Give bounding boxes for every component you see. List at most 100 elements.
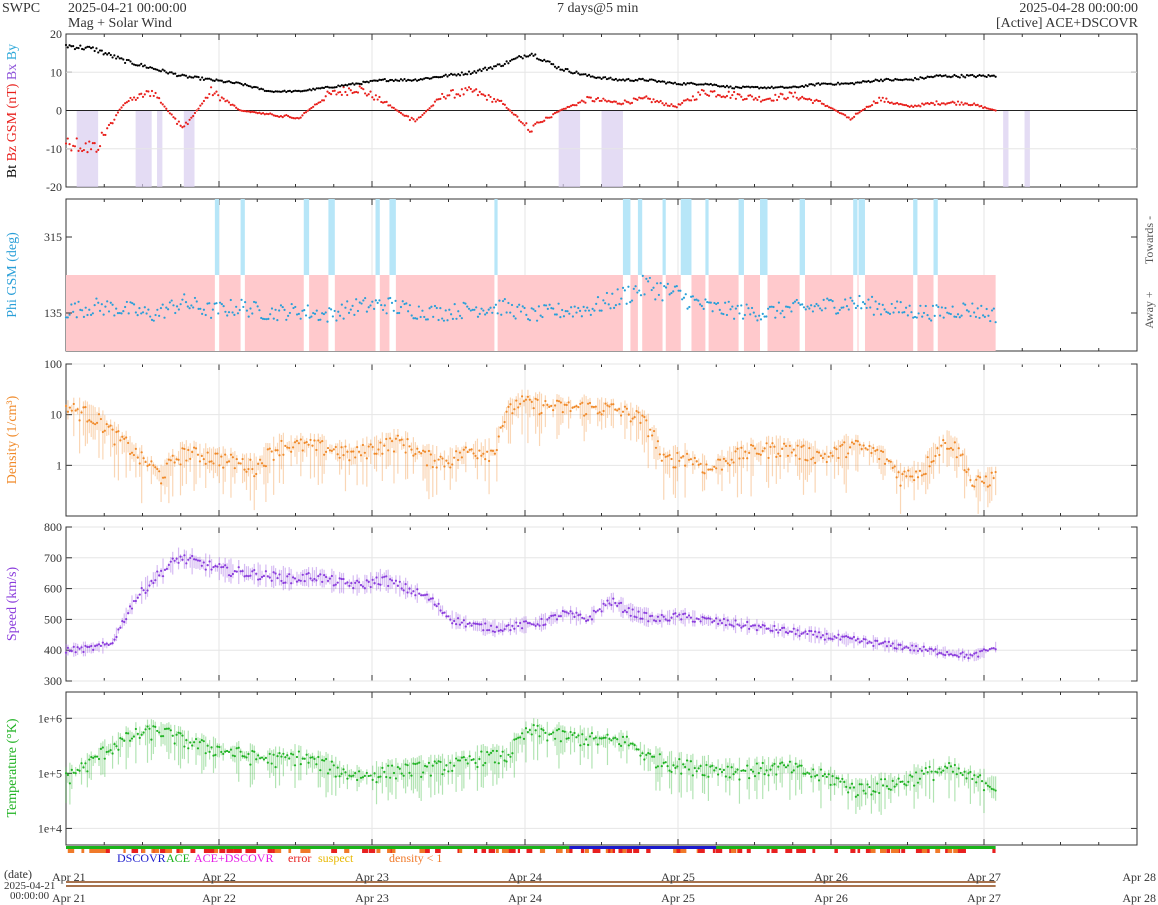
- density-point: [427, 449, 431, 453]
- bt-point: [88, 45, 91, 48]
- phi-point: [535, 319, 539, 322]
- bz-point: [655, 99, 659, 103]
- bz-point: [104, 133, 107, 137]
- density-point: [224, 453, 227, 456]
- phi-point: [931, 304, 935, 308]
- density-point: [274, 449, 277, 452]
- bz-point: [550, 116, 553, 119]
- phi-point: [854, 306, 858, 310]
- phi-point: [367, 306, 370, 309]
- speed-point: [414, 594, 417, 597]
- speed-point: [140, 586, 143, 590]
- phi-point: [546, 307, 549, 310]
- temperature-point: [718, 768, 722, 771]
- density-point: [266, 448, 269, 451]
- temperature-point: [798, 764, 801, 767]
- temperature-point: [260, 756, 264, 759]
- bz-point: [543, 119, 546, 122]
- speed-point: [922, 645, 925, 648]
- phi-point: [779, 312, 782, 315]
- density-point: [441, 457, 444, 460]
- density-point: [893, 465, 896, 468]
- temperature-point: [239, 750, 242, 753]
- temperature-point: [559, 740, 562, 743]
- bz-point: [521, 122, 524, 125]
- speed-point: [569, 610, 572, 613]
- bz-point: [369, 90, 372, 93]
- bt-point: [457, 72, 460, 76]
- speed-point: [418, 592, 421, 595]
- density-point: [111, 428, 114, 431]
- density-point: [338, 456, 341, 459]
- speed-point: [367, 580, 370, 583]
- sector-gap: [303, 275, 310, 351]
- bz-point: [86, 150, 89, 154]
- bz-point: [826, 104, 829, 107]
- density-point: [272, 458, 275, 461]
- bz-point: [627, 101, 630, 104]
- bz-point: [704, 92, 707, 95]
- bz-point: [399, 111, 403, 115]
- temperature-point: [614, 736, 617, 739]
- bt-point: [360, 83, 363, 86]
- phi-point: [346, 300, 349, 303]
- temperature-point: [216, 745, 219, 748]
- density-point: [491, 449, 495, 452]
- density-point: [788, 444, 792, 447]
- temperature-point: [493, 761, 497, 764]
- temperature-point: [466, 762, 469, 765]
- temperature-point: [936, 771, 939, 774]
- temperature-point: [270, 762, 273, 765]
- mag-y-tick-label: -20: [46, 180, 62, 194]
- density-point: [763, 447, 766, 450]
- bz-point: [661, 102, 664, 105]
- temperature-point: [662, 761, 665, 764]
- density-point: [350, 450, 353, 453]
- phi-point: [432, 315, 435, 318]
- density-point: [761, 449, 764, 453]
- temperature-point: [90, 755, 93, 759]
- density-point: [546, 403, 549, 406]
- temperature-point: [563, 730, 566, 733]
- temperature-point: [484, 761, 487, 765]
- density-point: [431, 465, 434, 469]
- temperature-point: [336, 766, 339, 769]
- phi-point: [507, 301, 510, 305]
- speed-point: [598, 608, 601, 611]
- phi-point: [188, 307, 191, 310]
- density-point: [291, 446, 295, 449]
- speed-point: [748, 627, 751, 630]
- phi-point: [756, 319, 759, 322]
- status-flag: [495, 849, 499, 853]
- density-point: [464, 446, 467, 449]
- speed-point: [866, 642, 869, 645]
- phi-point: [808, 307, 811, 310]
- bt-point: [240, 82, 243, 86]
- phi-point: [537, 305, 540, 308]
- phi-point: [670, 291, 673, 295]
- phi-point: [636, 291, 639, 294]
- speed-point: [313, 577, 316, 581]
- temperature-point: [214, 753, 217, 756]
- phi-point: [867, 298, 870, 301]
- density-point: [398, 439, 401, 442]
- bz-point: [994, 109, 997, 112]
- speed-point: [773, 624, 776, 628]
- phi-point: [638, 289, 641, 292]
- phi-point: [904, 306, 908, 309]
- density-point: [486, 450, 489, 453]
- temperature-point: [746, 764, 749, 767]
- phi-point: [962, 302, 965, 305]
- bz-point: [158, 97, 161, 100]
- temperature-point: [181, 734, 184, 737]
- temperature-point: [767, 774, 770, 777]
- density-point: [288, 446, 291, 450]
- temperature-point: [782, 764, 786, 767]
- bt-point: [82, 48, 86, 51]
- density-point: [975, 478, 978, 481]
- phi-point: [761, 312, 764, 315]
- bz-point: [663, 104, 666, 107]
- speed-point: [445, 615, 448, 618]
- bz-point: [195, 109, 198, 112]
- temperature-point: [728, 776, 731, 779]
